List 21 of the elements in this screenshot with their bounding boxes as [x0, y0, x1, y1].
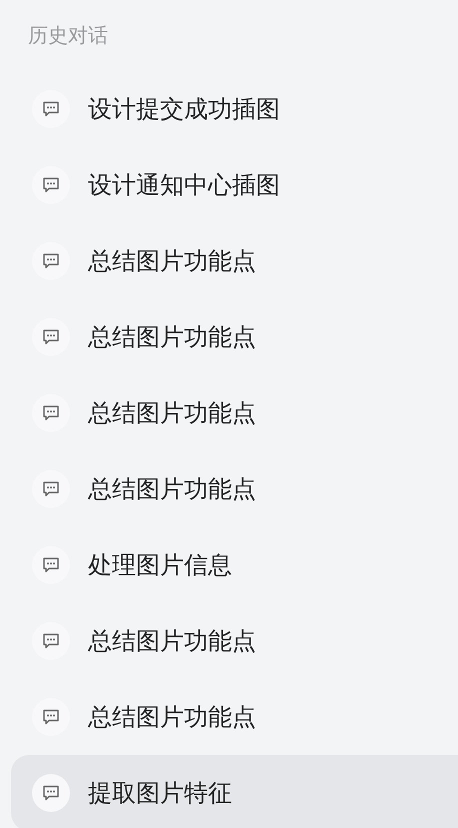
chat-bubble-icon [32, 166, 70, 204]
history-item[interactable]: 提取图片特征 [11, 755, 458, 828]
chat-bubble-icon [32, 318, 70, 356]
history-item[interactable]: 总结图片功能点 [11, 375, 458, 451]
chat-bubble-icon [32, 774, 70, 812]
chat-bubble-icon [32, 470, 70, 508]
chat-bubble-icon [32, 242, 70, 280]
history-item[interactable]: 处理图片信息 [11, 527, 458, 603]
history-item[interactable]: 设计通知中心插图 [11, 147, 458, 223]
history-item[interactable]: 总结图片功能点 [11, 223, 458, 299]
chat-bubble-icon [32, 546, 70, 584]
history-item[interactable]: 设计提交成功插图 [11, 71, 458, 147]
history-item[interactable]: 总结图片功能点 [11, 299, 458, 375]
section-title: 历史对话 [27, 22, 109, 48]
history-item[interactable]: 总结图片功能点 [11, 451, 458, 527]
chat-bubble-icon [32, 394, 70, 432]
chat-bubble-icon [32, 698, 70, 736]
chat-bubble-icon [32, 90, 70, 128]
history-item[interactable]: 总结图片功能点 [11, 603, 458, 679]
chat-bubble-icon [32, 622, 70, 660]
history-item[interactable]: 总结图片功能点 [11, 679, 458, 755]
